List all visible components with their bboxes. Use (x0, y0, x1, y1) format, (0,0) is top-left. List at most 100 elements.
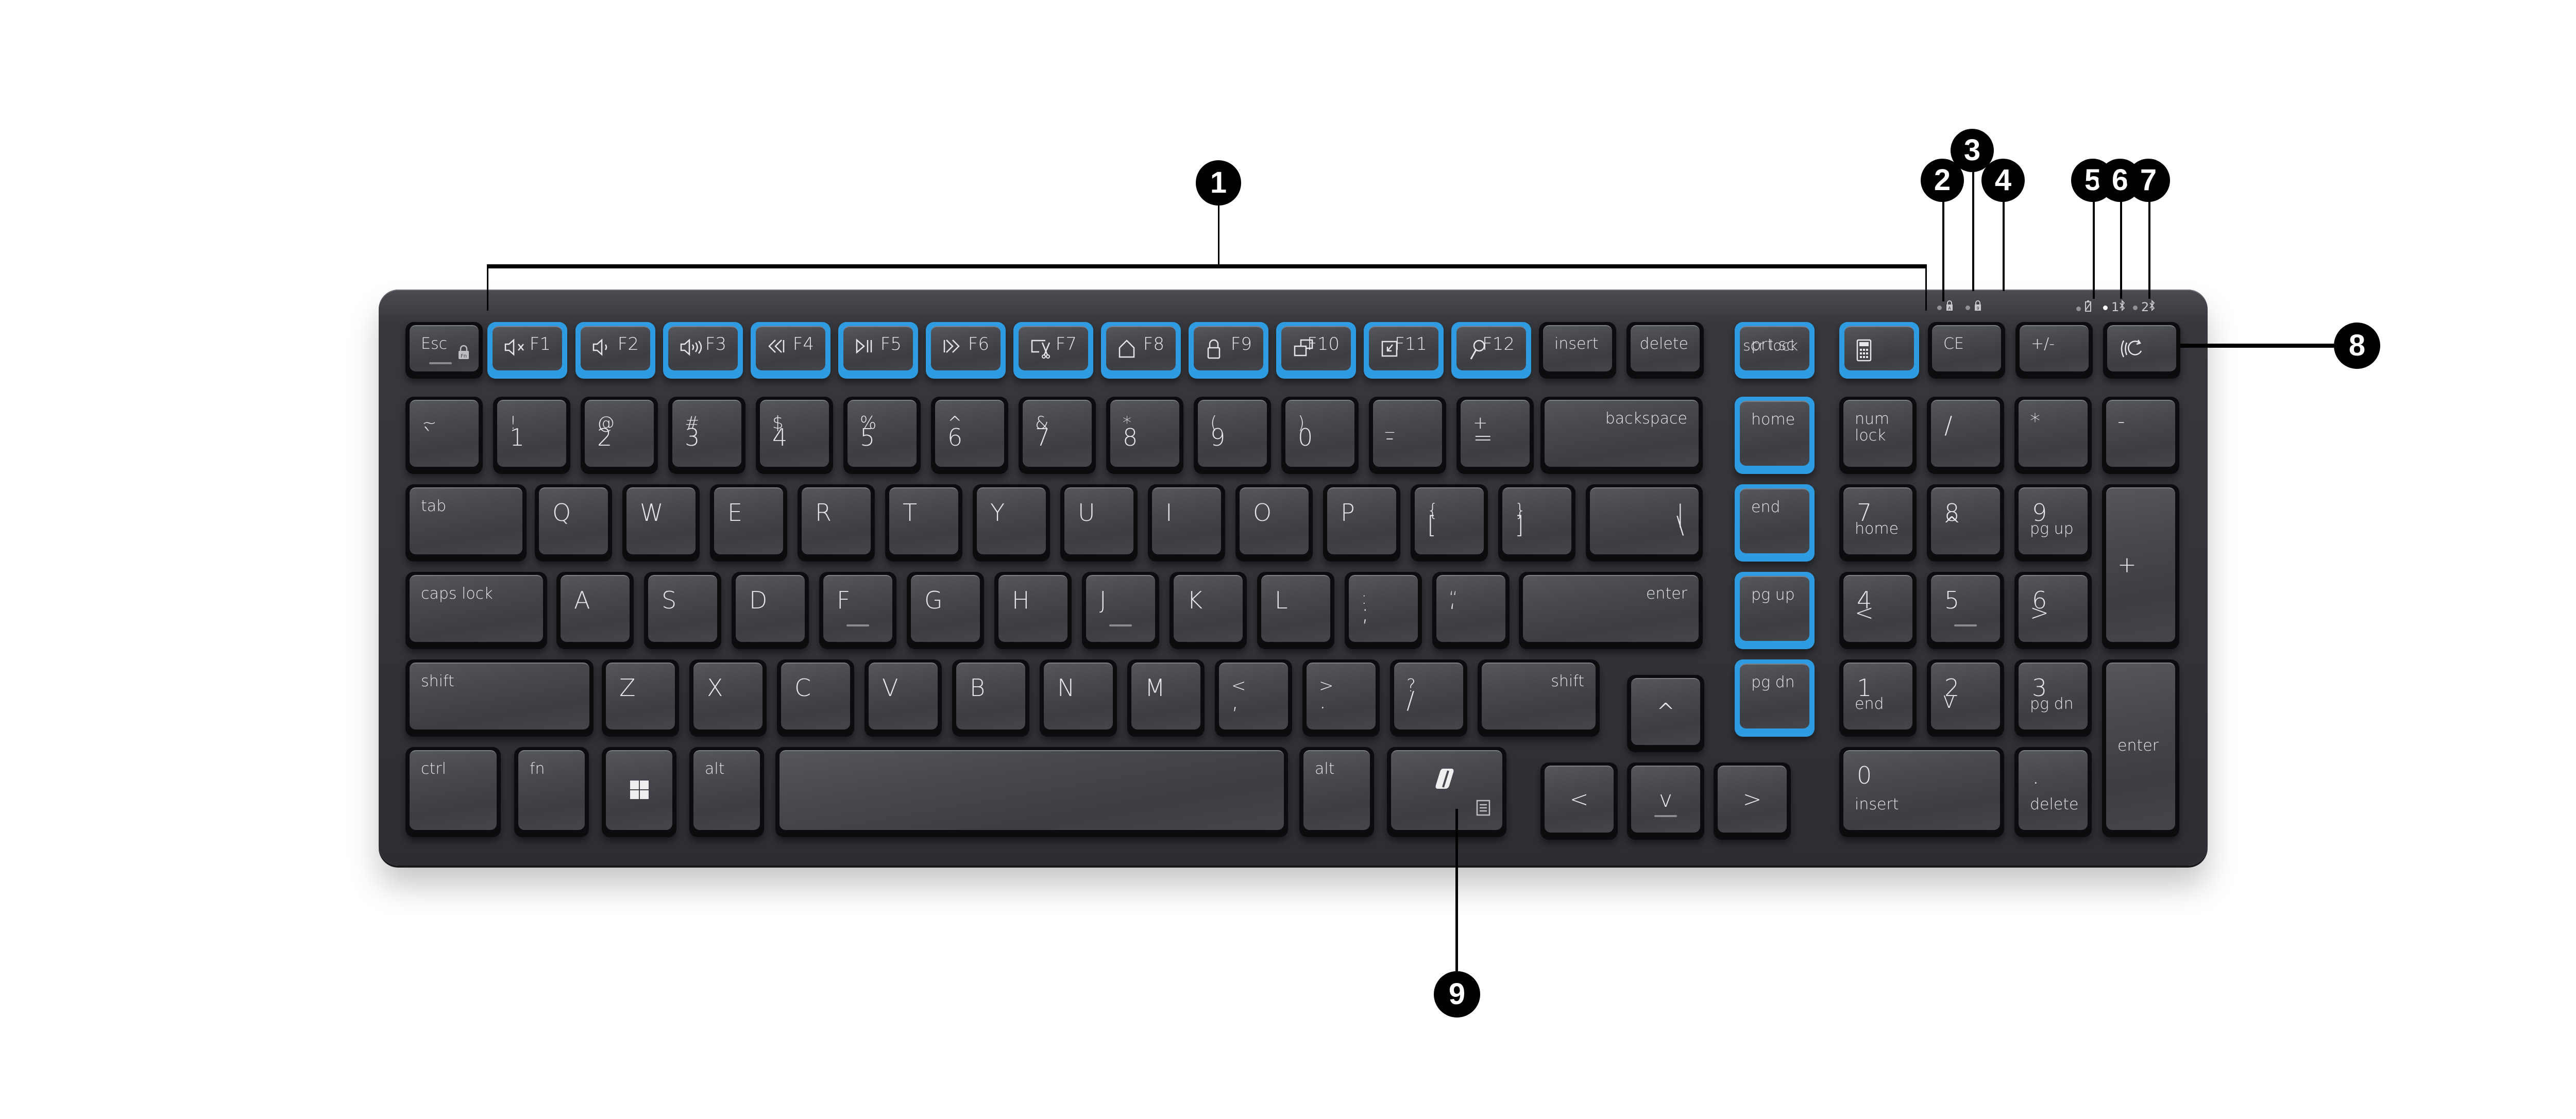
key-space[interactable] (775, 747, 1288, 837)
key-q[interactable]: Q (535, 484, 612, 562)
key-numlock[interactable]: num lock (1839, 397, 1917, 474)
key-n[interactable]: N (1040, 659, 1117, 737)
key-win[interactable] (602, 747, 676, 837)
key-f4[interactable]: F4 (751, 322, 831, 379)
key-kpslash[interactable]: / (1927, 397, 2004, 474)
key-plusminus[interactable]: +/- (2015, 322, 2093, 379)
key-prtsc[interactable]: prt sc scr lock (1735, 322, 1815, 379)
key-kp2[interactable]: 2v (1927, 659, 2004, 737)
key-kpminus[interactable]: - (2102, 397, 2179, 474)
key-f10[interactable]: F10 (1276, 322, 1356, 379)
key-backslash[interactable]: | \ (1586, 484, 1703, 562)
key-left[interactable]: < (1540, 762, 1618, 840)
key-e[interactable]: E (710, 484, 787, 562)
key-f9[interactable]: F9 (1189, 322, 1268, 379)
key-kp8[interactable]: 8 ^ (1927, 484, 2004, 562)
key-quote[interactable]: “‘ (1432, 572, 1510, 649)
key-a[interactable]: A (556, 572, 634, 649)
key-kp6[interactable]: 6 > (2014, 572, 2092, 649)
key-p[interactable]: P (1323, 484, 1400, 562)
key-slash[interactable]: ? / (1390, 659, 1467, 737)
key-n6[interactable]: ^ 6 (931, 397, 1008, 474)
key-period[interactable]: >. (1302, 659, 1380, 737)
key-kp7[interactable]: 7 home (1839, 484, 1917, 562)
key-kpenter[interactable]: enter (2102, 659, 2179, 837)
key-capslock[interactable]: caps lock (405, 572, 547, 649)
key-f12[interactable]: F12 (1451, 322, 1531, 379)
key-x[interactable]: X (689, 659, 767, 737)
key-tab[interactable]: tab (405, 484, 527, 562)
key-home[interactable]: home (1735, 397, 1815, 474)
key-z[interactable]: Z (602, 659, 679, 737)
key-n5[interactable]: % 5 (843, 397, 921, 474)
key-n1[interactable]: ! 1 (493, 397, 570, 474)
key-ce[interactable]: CE (1928, 322, 2005, 379)
key-lbracket[interactable]: {[ (1411, 484, 1488, 562)
key-fn[interactable]: fn (514, 747, 589, 837)
key-u[interactable]: U (1060, 484, 1138, 562)
key-b[interactable]: B (952, 659, 1029, 737)
key-kp3[interactable]: 3 pg dn (2014, 659, 2092, 737)
key-backspace[interactable]: backspace (1540, 397, 1703, 474)
key-lshift[interactable]: shift (405, 659, 594, 737)
key-backtick[interactable]: ~ ` (405, 397, 483, 474)
key-copilot[interactable] (1387, 747, 1506, 837)
key-s[interactable]: S (644, 572, 721, 649)
key-n0[interactable]: ) 0 (1281, 397, 1359, 474)
key-v[interactable]: V (865, 659, 942, 737)
key-y[interactable]: Y (973, 484, 1050, 562)
key-f5[interactable]: F5 (838, 322, 918, 379)
key-f11[interactable]: F11 (1364, 322, 1444, 379)
key-f3[interactable]: F3 (663, 322, 743, 379)
key-comma[interactable]: <, (1215, 659, 1292, 737)
key-n4[interactable]: $4 (756, 397, 833, 474)
key-g[interactable]: G (907, 572, 984, 649)
key-j[interactable]: J (1082, 572, 1159, 649)
key-f6[interactable]: F6 (926, 322, 1006, 379)
key-k[interactable]: K (1170, 572, 1247, 649)
key-lalt[interactable]: alt (689, 747, 764, 837)
key-down[interactable]: v (1627, 762, 1704, 840)
key-n3[interactable]: #3 (668, 397, 745, 474)
key-ralt[interactable]: alt (1299, 747, 1374, 837)
key-f1[interactable]: F1 (487, 322, 567, 379)
key-pgdn[interactable]: pg dn (1735, 659, 1815, 737)
key-insert[interactable]: insert (1539, 322, 1616, 379)
key-lctrl[interactable]: ctrl (405, 747, 501, 837)
key-delete[interactable]: delete (1626, 322, 1704, 379)
key-rshift[interactable]: shift (1478, 659, 1600, 737)
key-switch[interactable] (2103, 322, 2180, 379)
key-f8[interactable]: F8 (1101, 322, 1181, 379)
key-n2[interactable]: @2 (581, 397, 658, 474)
key-kpdot[interactable]: . delete (2014, 747, 2092, 837)
key-kp5[interactable]: 5 (1927, 572, 2004, 649)
key-n8[interactable]: * 8 (1106, 397, 1183, 474)
key-esc[interactable]: Esc Fn (405, 322, 483, 379)
key-m[interactable]: M (1127, 659, 1205, 737)
key-kpplus[interactable]: + (2102, 484, 2179, 649)
key-f7[interactable]: F7 (1013, 322, 1093, 379)
key-c[interactable]: C (777, 659, 854, 737)
key-kp1[interactable]: 1 end (1839, 659, 1917, 737)
key-enter[interactable]: enter (1519, 572, 1703, 649)
key-minus[interactable]: _ - (1369, 397, 1446, 474)
key-semicolon[interactable]: :; (1345, 572, 1422, 649)
key-i[interactable]: I (1148, 484, 1225, 562)
key-up[interactable]: ^ (1627, 675, 1704, 752)
key-n9[interactable]: (9 (1194, 397, 1271, 474)
key-kp9[interactable]: 9 pg up (2014, 484, 2092, 562)
key-pgup[interactable]: pg up (1735, 572, 1815, 649)
key-kp4[interactable]: 4 < (1839, 572, 1917, 649)
key-end[interactable]: end (1735, 484, 1815, 562)
key-r[interactable]: R (798, 484, 875, 562)
key-d[interactable]: D (732, 572, 809, 649)
key-rbracket[interactable]: }] (1498, 484, 1575, 562)
key-kp0[interactable]: 0 insert (1839, 747, 2004, 837)
key-o[interactable]: O (1235, 484, 1313, 562)
key-n7[interactable]: & 7 (1019, 397, 1096, 474)
key-f2[interactable]: F2 (575, 322, 655, 379)
key-w[interactable]: W (622, 484, 700, 562)
key-right[interactable]: > (1714, 762, 1791, 840)
key-kpstar[interactable]: * (2014, 397, 2092, 474)
key-equal[interactable]: + = (1456, 397, 1534, 474)
